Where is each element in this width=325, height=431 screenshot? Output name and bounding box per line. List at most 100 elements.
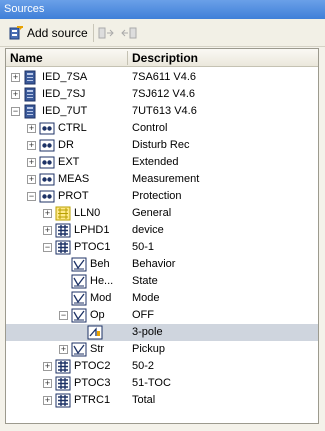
- expand-toggle[interactable]: +: [43, 226, 52, 235]
- node-name: EXT: [58, 156, 80, 168]
- data-object-icon: [71, 291, 87, 306]
- tree-row[interactable]: − IED_7UT 7UT613 V4.6: [6, 103, 318, 120]
- collapse-toggle[interactable]: −: [11, 107, 20, 116]
- data-attribute-icon: [87, 325, 103, 340]
- toolbar-separator: [93, 24, 94, 42]
- node-description: State: [132, 275, 158, 287]
- expand-toggle[interactable]: +: [43, 362, 52, 371]
- expand-toggle[interactable]: +: [43, 379, 52, 388]
- node-name: Str: [90, 343, 105, 355]
- expand-toggle[interactable]: +: [27, 124, 36, 133]
- collapse-toggle[interactable]: −: [27, 192, 36, 201]
- sources-tree: Name Description + IED_7SA 7SA611 V4.6 + IED…: [5, 48, 319, 424]
- node-description: 50-2: [132, 360, 155, 372]
- node-name: PTRC1: [74, 394, 111, 406]
- node-name: LPHD1: [74, 224, 110, 236]
- logical-device-icon: [39, 172, 55, 187]
- tree-row[interactable]: Mod Mode: [6, 290, 318, 307]
- tree-row[interactable]: + PTRC1 Total: [6, 392, 318, 409]
- logical-device-icon: [39, 121, 55, 136]
- node-description: 7SA611 V4.6: [132, 71, 197, 83]
- tree-row[interactable]: + PTOC3 51-TOC: [6, 375, 318, 392]
- tree-row[interactable]: + MEAS Measurement: [6, 171, 318, 188]
- node-description: Pickup: [132, 343, 166, 355]
- node-name: PTOC2: [74, 360, 111, 372]
- tree-row[interactable]: + IED_7SJ 7SJ612 V4.6: [6, 86, 318, 103]
- logical-node-zero-icon: [55, 206, 71, 221]
- expand-all-button[interactable]: [98, 23, 116, 43]
- node-name: CTRL: [58, 122, 87, 134]
- node-name: Mod: [90, 292, 112, 304]
- column-divider[interactable]: [127, 51, 128, 65]
- tree-row[interactable]: Beh Behavior: [6, 256, 318, 273]
- expand-toggle[interactable]: +: [43, 209, 52, 218]
- add-source-icon: [9, 26, 23, 40]
- node-description: General: [132, 207, 172, 219]
- tree-row[interactable]: + Str Pickup: [6, 341, 318, 358]
- tree-row[interactable]: + DR Disturb Rec: [6, 137, 318, 154]
- ied-icon: [23, 87, 39, 102]
- node-description: Control: [132, 122, 168, 134]
- logical-node-icon: [55, 376, 71, 391]
- logical-node-icon: [55, 223, 71, 238]
- tree-row[interactable]: He... State: [6, 273, 318, 290]
- node-name: He...: [90, 275, 114, 287]
- column-header-name[interactable]: Name: [10, 51, 43, 65]
- column-header: Name Description: [6, 49, 318, 67]
- expand-toggle[interactable]: +: [27, 158, 36, 167]
- node-description: 3-pole: [132, 326, 163, 338]
- expand-toggle[interactable]: +: [43, 396, 52, 405]
- logical-device-icon: [39, 155, 55, 170]
- tree-row[interactable]: 3-pole: [6, 324, 318, 341]
- tree-row[interactable]: + IED_7SA 7SA611 V4.6: [6, 69, 318, 86]
- collapse-toggle[interactable]: −: [43, 243, 52, 252]
- add-source-button[interactable]: Add source: [8, 23, 88, 43]
- expand-toggle[interactable]: +: [11, 73, 20, 82]
- toolbar: Add source: [0, 19, 325, 47]
- tree-row[interactable]: + LLN0 General: [6, 205, 318, 222]
- node-name: Op: [90, 309, 105, 321]
- expand-all-icon: [98, 27, 114, 39]
- logical-node-icon: [55, 240, 71, 255]
- logical-node-icon: [55, 359, 71, 374]
- sources-panel: Sources Add source Name Description + IE…: [0, 0, 325, 431]
- node-name: Beh: [90, 258, 110, 270]
- node-description: device: [132, 224, 164, 236]
- node-description: 7UT613 V4.6: [132, 105, 197, 117]
- node-name: DR: [58, 139, 74, 151]
- node-description: Behavior: [132, 258, 176, 270]
- expand-toggle[interactable]: +: [27, 141, 36, 150]
- ied-icon: [23, 104, 39, 119]
- collapse-all-button[interactable]: [121, 23, 139, 43]
- node-name: IED_7UT: [42, 105, 88, 117]
- data-object-icon: [71, 342, 87, 357]
- node-name: MEAS: [58, 173, 90, 185]
- node-description: OFF: [132, 309, 154, 321]
- collapse-toggle[interactable]: −: [59, 311, 68, 320]
- node-description: Measurement: [132, 173, 200, 185]
- tree-row[interactable]: + LPHD1 device: [6, 222, 318, 239]
- expand-toggle[interactable]: +: [11, 90, 20, 99]
- node-name: PTOC1: [74, 241, 111, 253]
- node-name: PROT: [58, 190, 89, 202]
- node-name: LLN0: [74, 207, 101, 219]
- data-object-icon: [71, 274, 87, 289]
- data-object-icon: [71, 308, 87, 323]
- column-header-description[interactable]: Description: [132, 51, 198, 65]
- node-name: IED_7SA: [42, 71, 88, 83]
- node-description: Mode: [132, 292, 160, 304]
- tree-row[interactable]: − PTOC1 50-1: [6, 239, 318, 256]
- logical-device-icon: [39, 138, 55, 153]
- data-object-icon: [71, 257, 87, 272]
- tree-row[interactable]: − Op OFF: [6, 307, 318, 324]
- node-description: 51-TOC: [132, 377, 171, 389]
- expand-toggle[interactable]: +: [59, 345, 68, 354]
- tree-row[interactable]: + CTRL Control: [6, 120, 318, 137]
- tree-row[interactable]: + PTOC2 50-2: [6, 358, 318, 375]
- ied-icon: [23, 70, 39, 85]
- tree-row[interactable]: + EXT Extended: [6, 154, 318, 171]
- tree-row[interactable]: − PROT Protection: [6, 188, 318, 205]
- expand-toggle[interactable]: +: [27, 175, 36, 184]
- node-name: PTOC3: [74, 377, 111, 389]
- panel-title: Sources: [0, 0, 325, 19]
